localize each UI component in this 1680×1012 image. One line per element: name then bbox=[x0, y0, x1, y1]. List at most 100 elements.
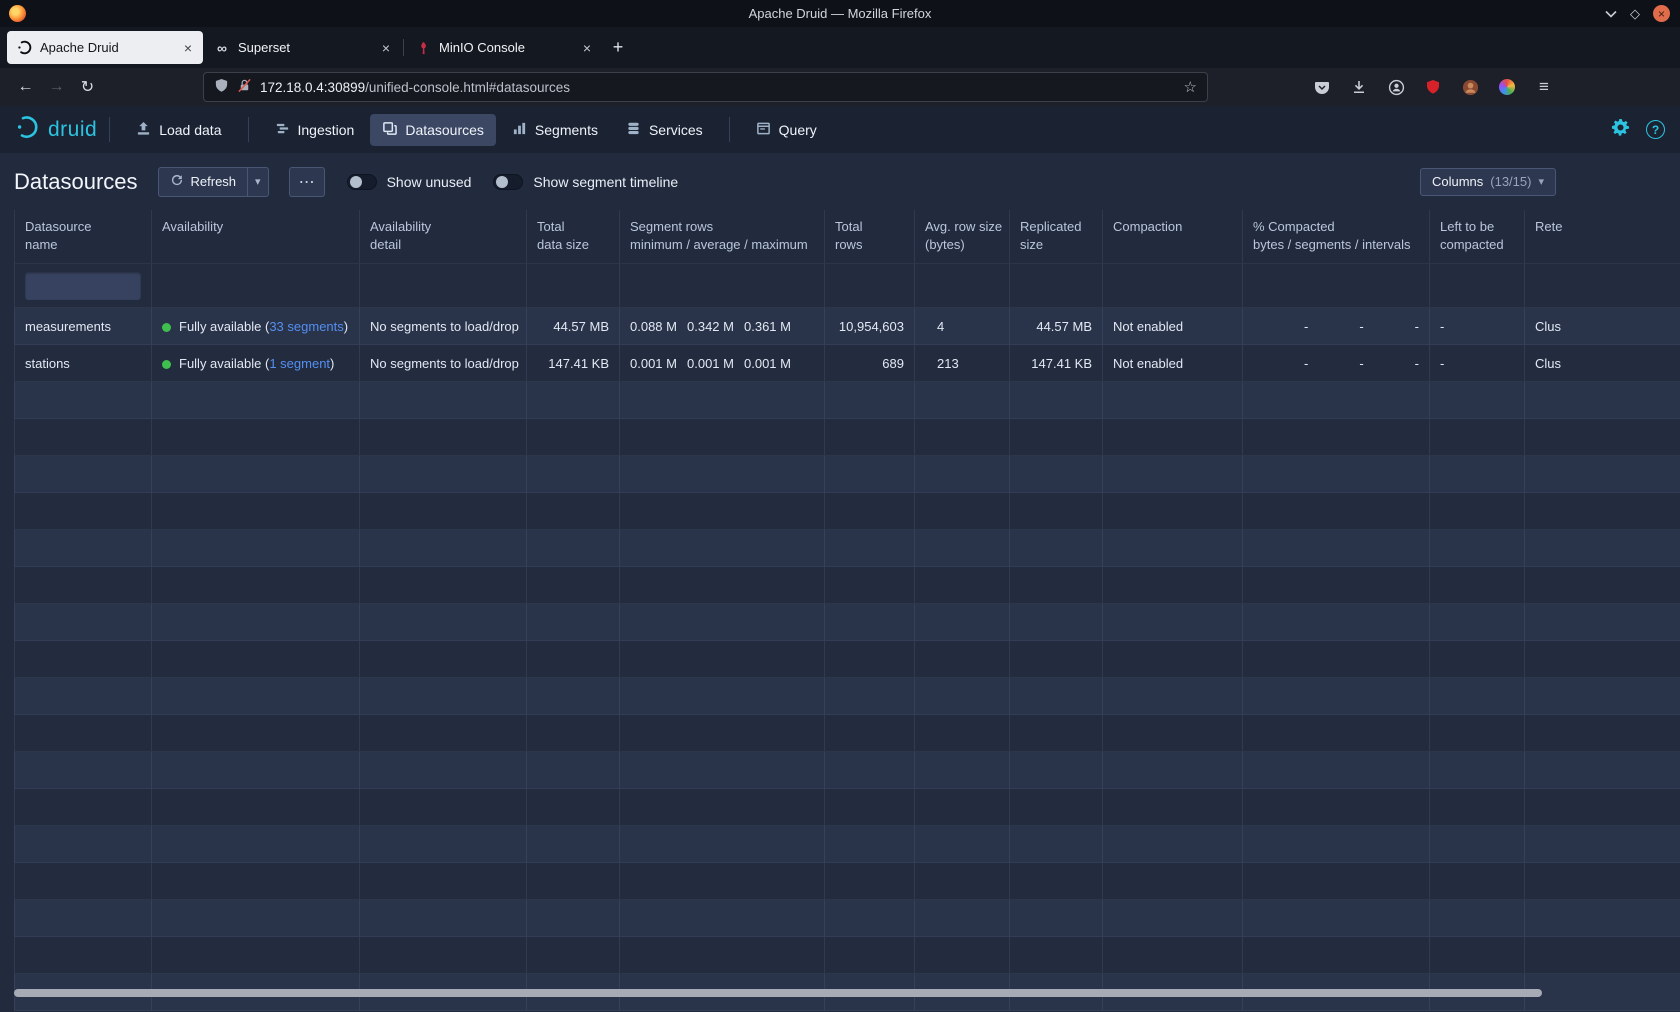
help-button[interactable]: ? bbox=[1646, 120, 1665, 139]
nav-item-segments[interactable]: Segments bbox=[500, 114, 610, 146]
show-segment-timeline-switch[interactable] bbox=[493, 174, 523, 190]
datasource-name-cell[interactable]: stations bbox=[14, 345, 152, 382]
refresh-dropdown-button[interactable]: ▾ bbox=[247, 168, 268, 196]
table-cell-empty bbox=[1430, 382, 1525, 419]
refresh-button[interactable]: Refresh bbox=[159, 168, 248, 196]
pocket-button[interactable] bbox=[1308, 73, 1336, 101]
columns-label: Columns bbox=[1432, 174, 1483, 189]
horizontal-scrollbar[interactable] bbox=[14, 989, 1542, 997]
profile-avatar-button[interactable] bbox=[1456, 73, 1484, 101]
extension-pinwheel-button[interactable] bbox=[1493, 73, 1521, 101]
table-cell-empty bbox=[14, 530, 152, 567]
column-header-left-to-compact[interactable]: Left to becompacted bbox=[1430, 210, 1525, 264]
table-cell-empty bbox=[825, 678, 915, 715]
column-header-total-rows[interactable]: Totalrows bbox=[825, 210, 915, 264]
column-header-avg-row-size[interactable]: Avg. row size(bytes) bbox=[915, 210, 1010, 264]
datasource-name-cell[interactable]: measurements bbox=[14, 308, 152, 345]
column-header-retention[interactable]: Rete bbox=[1525, 210, 1680, 264]
nav-item-load-data[interactable]: Load data bbox=[124, 114, 233, 146]
url-bar[interactable]: 172.18.0.4:30899/unified-console.html#da… bbox=[203, 72, 1208, 102]
nav-item-query[interactable]: Query bbox=[744, 114, 829, 146]
ublock-origin-button[interactable] bbox=[1419, 73, 1447, 101]
nav-item-services[interactable]: Services bbox=[614, 114, 715, 146]
show-unused-switch[interactable] bbox=[347, 174, 377, 190]
window-titlebar: Apache Druid — Mozilla Firefox ◇ × bbox=[0, 0, 1680, 27]
tab-minio-console[interactable]: MinIO Console × bbox=[406, 31, 602, 64]
table-cell-empty bbox=[915, 937, 1010, 974]
table-cell-empty bbox=[14, 604, 152, 641]
table-cell-empty bbox=[527, 382, 620, 419]
column-header-total-data-size[interactable]: Totaldata size bbox=[527, 210, 620, 264]
table-cell-empty bbox=[1525, 641, 1680, 678]
insecure-lock-icon[interactable] bbox=[237, 78, 252, 96]
availability-cell: Fully available (1 segment) bbox=[152, 345, 360, 382]
table-cell-empty bbox=[1243, 604, 1430, 641]
table-cell-empty bbox=[620, 604, 825, 641]
tab-close-button[interactable]: × bbox=[182, 40, 194, 56]
bookmark-star-button[interactable]: ☆ bbox=[1184, 78, 1197, 96]
refresh-icon bbox=[170, 173, 184, 190]
window-close-button[interactable]: × bbox=[1653, 5, 1670, 22]
back-button[interactable]: ← bbox=[10, 72, 41, 102]
columns-count: (13/15) bbox=[1490, 174, 1531, 189]
services-icon bbox=[626, 121, 641, 139]
table-cell-empty bbox=[825, 752, 915, 789]
tab-close-button[interactable]: × bbox=[581, 40, 593, 56]
tracking-protection-icon[interactable] bbox=[214, 78, 229, 96]
nav-item-datasources[interactable]: Datasources bbox=[370, 114, 496, 146]
window-chevron-icon[interactable] bbox=[1605, 6, 1617, 21]
menu-button[interactable]: ≡ bbox=[1530, 73, 1558, 101]
column-header-replicated-size[interactable]: Replicatedsize bbox=[1010, 210, 1103, 264]
table-cell-empty bbox=[1525, 937, 1680, 974]
column-header-availability-detail[interactable]: Availabilitydetail bbox=[360, 210, 527, 264]
window-diamond-icon[interactable]: ◇ bbox=[1630, 7, 1640, 20]
table-cell-empty bbox=[527, 789, 620, 826]
more-options-button[interactable]: ⋯ bbox=[289, 167, 325, 197]
table-cell-empty bbox=[1525, 456, 1680, 493]
table-cell-empty bbox=[620, 641, 825, 678]
downloads-button[interactable] bbox=[1345, 73, 1373, 101]
table-row-empty bbox=[14, 530, 1680, 567]
table-cell-empty bbox=[1103, 567, 1243, 604]
table-cell-empty bbox=[527, 456, 620, 493]
account-button[interactable] bbox=[1382, 73, 1410, 101]
settings-gear-button[interactable] bbox=[1611, 118, 1630, 142]
tab-apache-druid[interactable]: Apache Druid × bbox=[7, 31, 203, 64]
new-tab-button[interactable]: + bbox=[603, 32, 633, 62]
table-cell-empty bbox=[1430, 678, 1525, 715]
table-cell-empty bbox=[1243, 937, 1430, 974]
druid-logo[interactable]: druid bbox=[15, 114, 97, 145]
segments-link[interactable]: 1 segment bbox=[269, 356, 330, 371]
columns-button[interactable]: Columns (13/15) ▾ bbox=[1420, 168, 1556, 196]
table-cell-empty bbox=[14, 937, 152, 974]
column-header-pct-compacted[interactable]: % Compactedbytes / segments / intervals bbox=[1243, 210, 1430, 264]
table-cell-empty bbox=[1103, 863, 1243, 900]
column-header-compaction[interactable]: Compaction bbox=[1103, 210, 1243, 264]
datasource-name-filter-input[interactable] bbox=[25, 272, 141, 300]
tab-superset[interactable]: ∞ Superset × bbox=[205, 31, 401, 64]
nav-divider bbox=[109, 117, 110, 142]
table-cell-empty bbox=[825, 567, 915, 604]
table-cell-empty bbox=[620, 715, 825, 752]
table-cell-empty bbox=[1430, 863, 1525, 900]
refresh-label: Refresh bbox=[191, 174, 237, 189]
column-header-segment-rows[interactable]: Segment rowsminimum / average / maximum bbox=[620, 210, 825, 264]
tab-close-button[interactable]: × bbox=[380, 40, 392, 56]
query-icon bbox=[756, 121, 771, 139]
table-cell-empty bbox=[1243, 678, 1430, 715]
column-header-availability[interactable]: Availability bbox=[152, 210, 360, 264]
table-cell-empty bbox=[1010, 456, 1103, 493]
total-data-size-cell: 44.57 MB bbox=[527, 308, 620, 345]
reload-button[interactable]: ↻ bbox=[72, 72, 103, 102]
browser-window: Apache Druid — Mozilla Firefox ◇ × Apach… bbox=[0, 0, 1680, 1012]
table-cell-empty bbox=[1430, 419, 1525, 456]
table-row-empty bbox=[14, 863, 1680, 900]
nav-item-ingestion[interactable]: Ingestion bbox=[263, 114, 367, 146]
segments-link[interactable]: 33 segments bbox=[269, 319, 343, 334]
replicated-size-cell: 147.41 KB bbox=[1010, 345, 1103, 382]
table-cell-empty bbox=[915, 789, 1010, 826]
column-header-datasource-name[interactable]: Datasourcename bbox=[14, 210, 152, 264]
table-header-row: Datasourcename Availability Availability… bbox=[14, 210, 1680, 264]
table-cell-empty bbox=[1010, 493, 1103, 530]
table-cell-empty bbox=[825, 789, 915, 826]
